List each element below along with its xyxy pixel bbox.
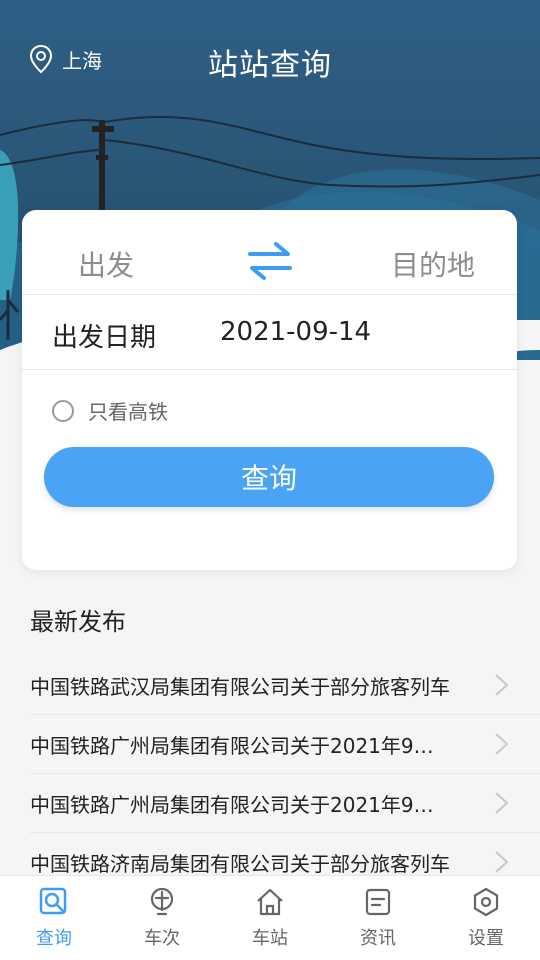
news-item[interactable]: 中国铁路广州局集团有限公司关于2021年9月15日 (30, 715, 540, 774)
tab-query[interactable]: 查询 (0, 876, 108, 960)
news-item-title: 中国铁路广州局集团有限公司关于2021年9月15日 (30, 733, 450, 758)
high-speed-only-option[interactable]: 只看高铁 (52, 396, 168, 425)
news-item-title: 中国铁路武汉局集团有限公司关于部分旅客列车 (30, 674, 450, 699)
train-icon (150, 887, 174, 916)
to-station-field[interactable]: 目的地 (391, 244, 475, 284)
search-card: 出发 目的地 出发日期 2021-09-14 只看高铁 查询 (22, 210, 517, 570)
high-speed-only-radio[interactable] (52, 399, 74, 422)
tab-label: 车次 (144, 928, 180, 949)
tab-settings[interactable]: 设置 (432, 876, 540, 960)
news-item[interactable]: 中国铁路广州局集团有限公司关于2021年9月20日 (30, 774, 540, 833)
bottom-tab-bar: 查询 车次 车站 资讯 设置 (0, 875, 540, 960)
search-icon (39, 887, 67, 915)
news-section-title: 最新发布 (30, 608, 126, 636)
tab-news[interactable]: 资讯 (324, 876, 432, 960)
news-icon (365, 888, 391, 916)
settings-icon (473, 887, 499, 917)
chevron-right-icon (495, 851, 509, 873)
news-item[interactable]: 中国铁路武汉局集团有限公司关于部分旅客列车 (30, 656, 540, 715)
date-row[interactable]: 出发日期 2021-09-14 (22, 295, 517, 370)
route-row: 出发 目的地 (22, 210, 517, 295)
high-speed-only-label: 只看高铁 (88, 400, 168, 424)
top-bar: 上海 站站查询 (0, 30, 540, 90)
chevron-right-icon (495, 792, 509, 814)
date-label: 出发日期 (52, 323, 157, 353)
tab-label: 设置 (468, 928, 504, 949)
tab-stations[interactable]: 车站 (216, 876, 324, 960)
tab-label: 车站 (252, 928, 288, 949)
page-title: 站站查询 (208, 48, 332, 83)
query-button[interactable]: 查询 (44, 447, 494, 507)
tab-label: 资讯 (360, 928, 396, 949)
tab-trains[interactable]: 车次 (108, 876, 216, 960)
chevron-right-icon (495, 733, 509, 755)
tab-label: 查询 (36, 928, 72, 949)
news-item-title: 中国铁路广州局集团有限公司关于2021年9月20日 (30, 792, 450, 817)
station-icon (257, 888, 283, 916)
chevron-right-icon (495, 674, 509, 696)
news-list: 中国铁路武汉局集团有限公司关于部分旅客列车 中国铁路广州局集团有限公司关于202… (30, 656, 540, 891)
date-value[interactable]: 2021-09-14 (220, 317, 371, 347)
from-station-field[interactable]: 出发 (78, 244, 134, 284)
swap-icon[interactable] (246, 238, 294, 282)
news-item-title: 中国铁路济南局集团有限公司关于部分旅客列车 (30, 851, 450, 876)
